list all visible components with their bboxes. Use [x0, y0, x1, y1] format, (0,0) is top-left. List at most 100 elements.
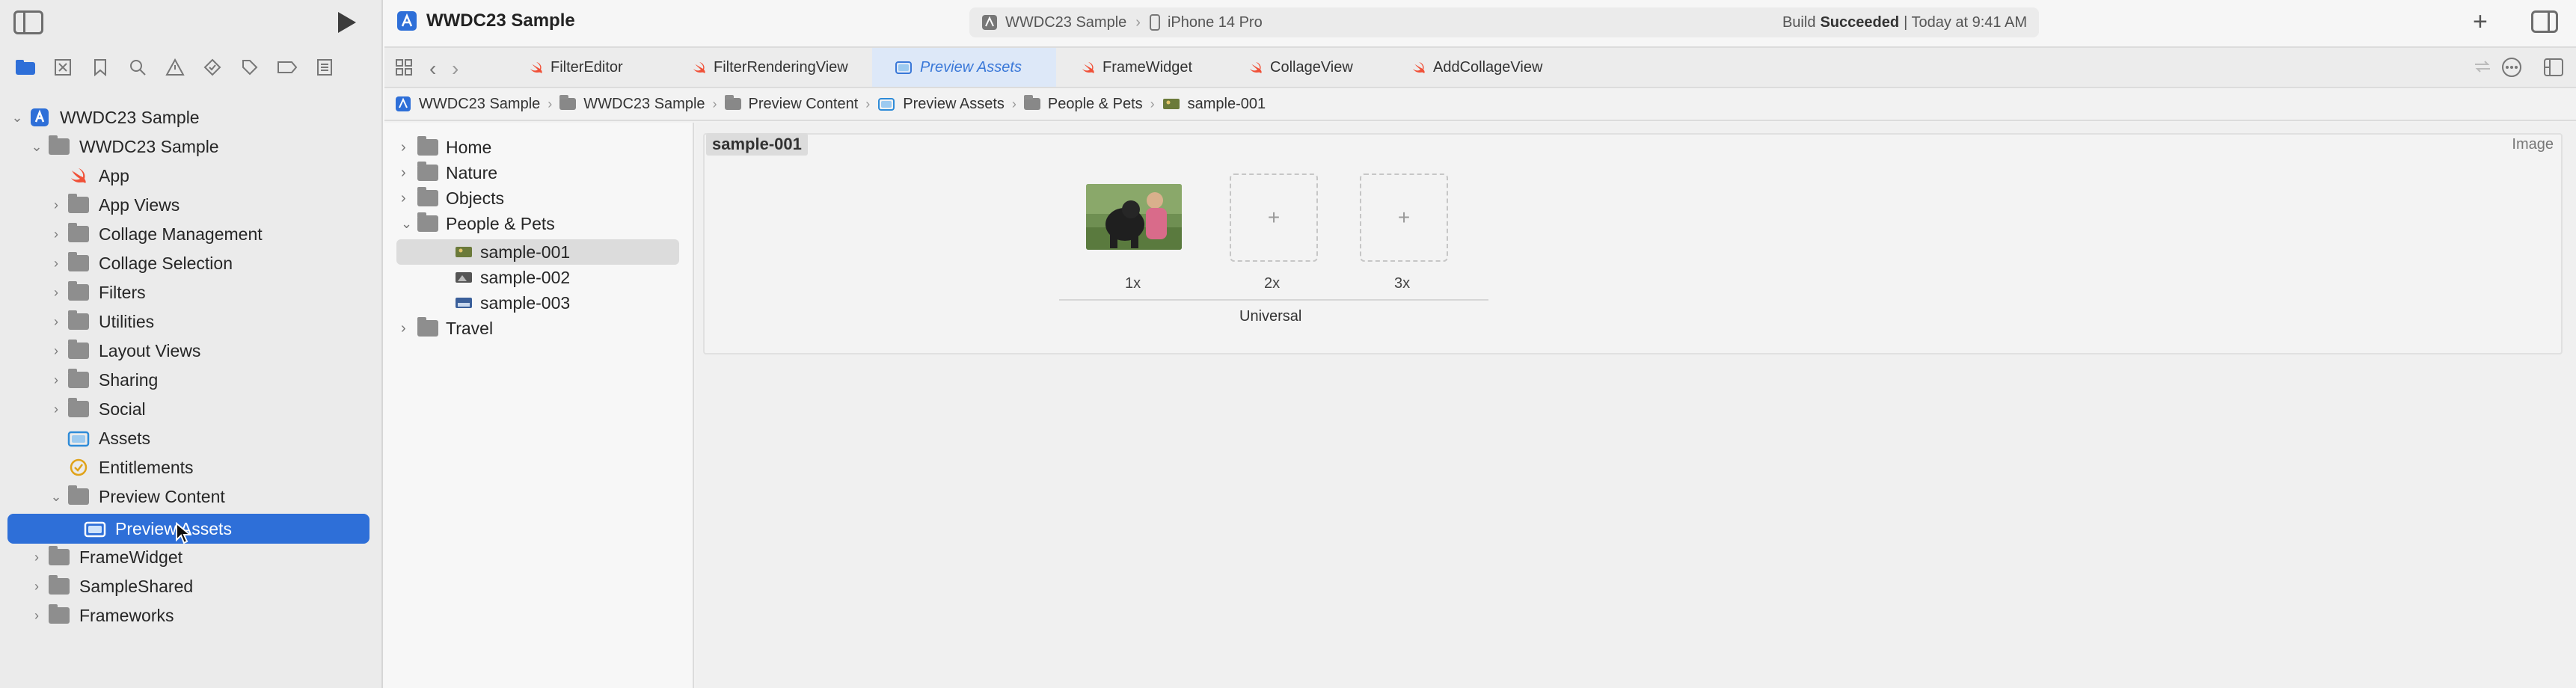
- tree-item-group[interactable]: ⌄ WWDC23 Sample: [27, 132, 219, 161]
- scheme-project[interactable]: WWDC23 Sample: [1005, 14, 1126, 31]
- breakpoint-icon[interactable]: [275, 55, 299, 79]
- diamond-icon[interactable]: [200, 55, 224, 79]
- asset-item-sample-001[interactable]: sample-001: [396, 239, 679, 265]
- more-icon[interactable]: [2501, 57, 2522, 78]
- chevron-down-icon[interactable]: ⌄: [401, 216, 417, 232]
- breadcrumb-item[interactable]: Preview Assets: [903, 96, 1005, 113]
- slot-3x-dropzone[interactable]: +: [1360, 173, 1448, 262]
- grid-icon[interactable]: [395, 58, 413, 76]
- tree-item-sampleshared[interactable]: › SampleShared: [27, 572, 193, 601]
- chevron-right-icon[interactable]: ›: [46, 256, 66, 271]
- image-set-kind: Image: [2512, 136, 2554, 153]
- scheme-device[interactable]: iPhone 14 Pro: [1168, 14, 1263, 31]
- chevron-right-icon[interactable]: ›: [27, 608, 46, 624]
- entitlements-icon: [66, 458, 91, 477]
- tree-item-social[interactable]: › Social: [46, 395, 146, 423]
- asset-folder-people-pets[interactable]: ⌄ People & Pets: [401, 211, 555, 236]
- breadcrumb-item[interactable]: People & Pets: [1048, 96, 1143, 113]
- search-icon[interactable]: [126, 55, 150, 79]
- chevron-right-icon[interactable]: ›: [401, 320, 417, 337]
- breadcrumb-item[interactable]: Preview Content: [749, 96, 859, 113]
- chevron-down-icon[interactable]: ⌄: [7, 110, 27, 126]
- tree-item-utilities[interactable]: › Utilities: [46, 307, 154, 336]
- breadcrumb-item[interactable]: WWDC23 Sample: [419, 96, 540, 113]
- x-square-icon[interactable]: [51, 55, 75, 79]
- asset-folder-travel[interactable]: › Travel: [401, 316, 493, 341]
- breadcrumb-item[interactable]: WWDC23 Sample: [583, 96, 705, 113]
- chevron-right-icon[interactable]: ›: [27, 579, 46, 595]
- tab-label: FilterRenderingView: [714, 58, 848, 76]
- tab-framewidget[interactable]: FrameWidget: [1064, 48, 1218, 87]
- asset-folder-label: People & Pets: [446, 213, 555, 233]
- folder-icon: [417, 162, 438, 181]
- tab-collageview[interactable]: CollageView: [1225, 48, 1382, 87]
- inspector-toggle-icon[interactable]: [2531, 10, 2558, 33]
- chevron-right-icon[interactable]: ›: [46, 285, 66, 301]
- slot-2x-dropzone[interactable]: +: [1230, 173, 1318, 262]
- chevron-right-icon[interactable]: ›: [46, 402, 66, 417]
- chevron-right-icon[interactable]: ›: [46, 343, 66, 359]
- tree-item-label: Filters: [99, 282, 146, 302]
- tree-item-framewidget[interactable]: › FrameWidget: [27, 543, 183, 571]
- bookmark-icon[interactable]: [88, 55, 112, 79]
- folder-icon: [66, 485, 91, 506]
- chevron-right-icon[interactable]: ›: [401, 139, 417, 156]
- folder-icon: [417, 136, 438, 156]
- tree-item-label: SampleShared: [79, 576, 194, 596]
- chevron-right-icon[interactable]: ›: [46, 314, 66, 330]
- tree-item-preview-content[interactable]: ⌄ Preview Content: [46, 482, 225, 511]
- chevron-down-icon[interactable]: ⌄: [46, 489, 66, 505]
- chevron-right-icon[interactable]: ›: [46, 227, 66, 242]
- add-icon[interactable]: +: [2473, 9, 2488, 34]
- tree-item-collage-management[interactable]: › Collage Management: [46, 220, 263, 248]
- tree-item-filters[interactable]: › Filters: [46, 278, 146, 307]
- tab-filterrenderingview[interactable]: FilterRenderingView: [678, 48, 857, 87]
- folder-icon: [66, 398, 91, 419]
- tab-preview-assets[interactable]: Preview Assets: [872, 48, 1056, 87]
- tree-item-entitlements[interactable]: Entitlements: [46, 453, 194, 482]
- chevron-right-icon[interactable]: ›: [27, 550, 46, 565]
- tab-filtereditor[interactable]: FilterEditor: [516, 48, 670, 87]
- slot-1x-image[interactable]: [1086, 184, 1182, 250]
- folder-icon: [417, 212, 438, 232]
- folder-icon: [66, 223, 91, 244]
- chevron-down-icon[interactable]: ⌄: [27, 139, 46, 155]
- tree-item-root[interactable]: ⌄ WWDC23 Sample: [7, 103, 199, 132]
- tree-item-sharing[interactable]: › Sharing: [46, 366, 158, 394]
- asset-item-sample-003[interactable]: sample-003: [455, 290, 570, 316]
- folder-icon: [724, 95, 741, 110]
- tree-item-assets[interactable]: Assets: [46, 424, 150, 452]
- tree-item-layout-views[interactable]: › Layout Views: [46, 337, 200, 365]
- chevron-right-icon[interactable]: ›: [401, 165, 417, 182]
- report-icon[interactable]: [313, 55, 337, 79]
- window-toolbar: WWDC23 Sample WWDC23 Sample › iPhone 14 …: [384, 0, 2576, 46]
- asset-folder-home[interactable]: › Home: [401, 135, 491, 160]
- warning-icon[interactable]: [163, 55, 187, 79]
- tree-item-collage-selection[interactable]: › Collage Selection: [46, 249, 233, 277]
- tree-item-label: Utilities: [99, 311, 155, 331]
- chevron-right-icon: ›: [1135, 13, 1141, 31]
- back-icon[interactable]: ‹: [429, 57, 436, 81]
- breadcrumb-item[interactable]: sample-001: [1188, 96, 1266, 113]
- split-editor-icon[interactable]: [2543, 58, 2564, 77]
- forward-icon[interactable]: ›: [452, 57, 459, 81]
- asset-item-sample-002[interactable]: sample-002: [455, 265, 570, 290]
- tag-icon[interactable]: [238, 55, 262, 79]
- tree-item-app[interactable]: App: [46, 162, 129, 190]
- run-button[interactable]: [335, 10, 358, 34]
- asset-folder-objects[interactable]: › Objects: [401, 185, 504, 211]
- chevron-right-icon[interactable]: ›: [46, 197, 66, 213]
- device-group-label: Universal: [1239, 308, 1302, 325]
- folder-icon[interactable]: [13, 55, 37, 79]
- refresh-icon[interactable]: [2473, 58, 2492, 75]
- asset-folder-nature[interactable]: › Nature: [401, 160, 497, 185]
- chevron-right-icon[interactable]: ›: [46, 372, 66, 388]
- image-set-name[interactable]: sample-001: [706, 133, 808, 156]
- tab-addcollageview[interactable]: AddCollageView: [1390, 48, 1569, 87]
- chevron-right-icon[interactable]: ›: [401, 190, 417, 207]
- tree-item-frameworks[interactable]: › Frameworks: [27, 601, 174, 630]
- tree-item-app-views[interactable]: › App Views: [46, 191, 180, 219]
- asset-item-label: sample-002: [480, 267, 571, 287]
- tree-item-label: Frameworks: [79, 605, 174, 625]
- sidebar-toggle-icon[interactable]: [13, 10, 43, 34]
